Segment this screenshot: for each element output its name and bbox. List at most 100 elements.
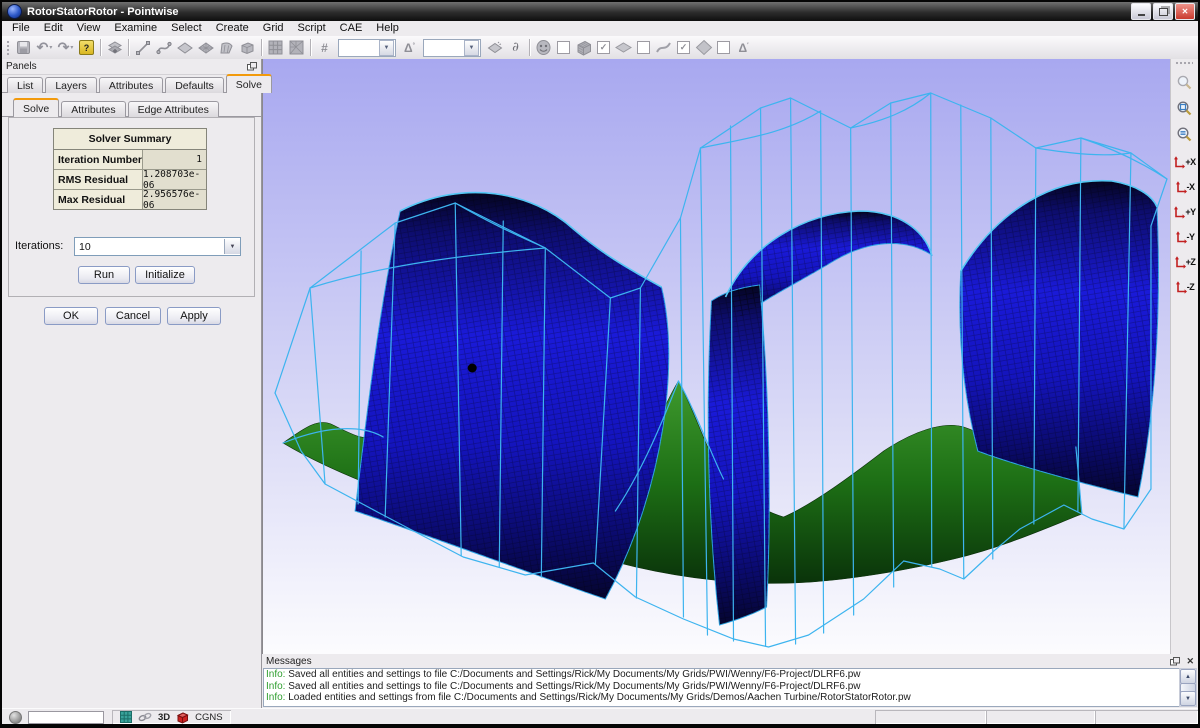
status-led (9, 711, 22, 724)
mask-block-button[interactable] (573, 38, 594, 58)
axis-icon (1174, 256, 1186, 269)
menu-edit[interactable]: Edit (37, 21, 70, 36)
mask-connector-button[interactable] (653, 38, 674, 58)
axis-icon (1173, 156, 1185, 169)
toolbar-grip[interactable] (6, 40, 11, 56)
zoom-box-button[interactable] (1173, 97, 1196, 119)
create-spline-button[interactable] (153, 38, 174, 58)
dimension-icon: # (321, 41, 328, 55)
initialize-button[interactable]: Initialize (135, 266, 195, 284)
solver-summary-table: Solver Summary Iteration Number 1 RMS Re… (53, 128, 207, 210)
view-minus-y-button[interactable]: -Y (1172, 226, 1197, 248)
table-row: RMS Residual 1.208703e-06 (54, 170, 206, 190)
chevron-down-icon[interactable]: ▼ (379, 40, 394, 56)
spacing-combo[interactable]: ▼ (423, 39, 481, 57)
restore-button[interactable] (1153, 3, 1173, 20)
chevron-down-icon[interactable]: ▼ (464, 40, 479, 56)
ok-button[interactable]: OK (44, 307, 98, 325)
mask-spacing-button[interactable]: Δ′ (733, 38, 754, 58)
menu-view[interactable]: View (70, 21, 108, 36)
save-button[interactable] (13, 38, 34, 58)
minimize-button[interactable] (1131, 3, 1151, 20)
scroll-down-icon[interactable]: ▼ (1180, 691, 1196, 706)
spinner-icon[interactable]: ▼ (224, 239, 240, 254)
iterations-input[interactable]: 10 ▼ (74, 237, 241, 256)
menu-help[interactable]: Help (369, 21, 406, 36)
menu-file[interactable]: File (5, 21, 37, 36)
create-trim-button[interactable] (216, 38, 237, 58)
tab-list[interactable]: List (7, 77, 43, 93)
menu-select[interactable]: Select (164, 21, 209, 36)
mask-domain-checkbox[interactable] (637, 41, 650, 54)
view-minus-z-button[interactable]: -Z (1172, 276, 1197, 298)
menu-create[interactable]: Create (209, 21, 256, 36)
panels-dock: Panels List Layers Attributes Defaults S… (2, 59, 262, 708)
undo-button[interactable]: ↶▾ (34, 38, 55, 58)
progress-field (28, 711, 104, 724)
tab-attributes[interactable]: Attributes (99, 77, 163, 93)
solver-summary-title: Solver Summary (54, 129, 206, 150)
close-button[interactable]: ✕ (1175, 3, 1195, 20)
redo-button[interactable]: ↷▾ (55, 38, 76, 58)
iterations-label: Iterations: (15, 240, 63, 252)
mask-database-icon (695, 39, 713, 56)
application-window: RotorStatorRotor - Pointwise ✕ File Edit… (0, 0, 1200, 728)
view-plus-y-button[interactable]: +Y (1172, 201, 1197, 223)
mask-block-checkbox[interactable]: ✓ (597, 41, 610, 54)
display-viewport[interactable] (262, 59, 1172, 654)
menu-examine[interactable]: Examine (107, 21, 164, 36)
mask-face-button[interactable] (533, 38, 554, 58)
solve-structured-button[interactable] (265, 38, 286, 58)
tab-solve[interactable]: Solve (226, 74, 272, 93)
view-toolbar-grip[interactable] (1175, 61, 1193, 66)
view-plus-z-button[interactable]: +Z (1172, 251, 1197, 273)
mask-connector-icon (655, 40, 672, 55)
subtab-edge-attributes[interactable]: Edge Attributes (128, 101, 219, 117)
menu-grid[interactable]: Grid (256, 21, 291, 36)
tab-layers[interactable]: Layers (45, 77, 97, 93)
dimension-combo[interactable]: ▼ (338, 39, 396, 57)
menu-bar: File Edit View Examine Select Create Gri… (2, 21, 1198, 36)
derivative-button[interactable]: ∂ (505, 38, 526, 58)
mode-cell: 3D CGNS (112, 710, 231, 724)
create-2pt-connector-button[interactable] (132, 38, 153, 58)
zoom-button[interactable] (1173, 71, 1196, 93)
subtab-attributes[interactable]: Attributes (61, 101, 125, 117)
mask-domain-button[interactable] (613, 38, 634, 58)
mask-database-button[interactable] (693, 38, 714, 58)
zoom-equal-button[interactable] (1173, 123, 1196, 145)
scroll-up-icon[interactable]: ▲ (1180, 669, 1196, 684)
structured-grid-icon (267, 39, 284, 56)
float-icon[interactable] (247, 62, 257, 71)
probe-point (468, 364, 477, 373)
view-minus-x-button[interactable]: -X (1172, 176, 1197, 198)
menu-script[interactable]: Script (291, 21, 333, 36)
spacing-button[interactable]: Δ° (399, 38, 420, 58)
domain-icon (176, 40, 194, 56)
create-block-button[interactable] (237, 38, 258, 58)
status-cell-empty (875, 710, 986, 724)
dimension-button[interactable]: # (314, 38, 335, 58)
subtab-solve[interactable]: Solve (13, 98, 59, 117)
messages-header: Messages ✕ (262, 654, 1198, 668)
close-icon[interactable]: ✕ (1186, 656, 1194, 667)
messages-scrollbar[interactable]: ▲ ▼ (1179, 668, 1197, 707)
float-icon[interactable] (1170, 657, 1180, 666)
mask-face-checkbox[interactable] (557, 41, 570, 54)
cae-cube-icon (176, 711, 189, 724)
solve-unstructured-button[interactable] (286, 38, 307, 58)
create-structured-domain-button[interactable] (195, 38, 216, 58)
cancel-button[interactable]: Cancel (105, 307, 161, 325)
mask-connector-checkbox[interactable]: ✓ (677, 41, 690, 54)
create-domain-button[interactable] (174, 38, 195, 58)
menu-cae[interactable]: CAE (333, 21, 370, 36)
help-button[interactable]: ? (76, 38, 97, 58)
mask-database-checkbox[interactable] (717, 41, 730, 54)
apply-button[interactable]: Apply (167, 307, 221, 325)
layer-manager-button[interactable] (104, 38, 125, 58)
messages-list[interactable]: Info: Saved all entities and settings to… (263, 668, 1181, 707)
view-plus-x-button[interactable]: +X (1172, 151, 1197, 173)
tab-defaults[interactable]: Defaults (165, 77, 224, 93)
distribute-button[interactable] (484, 38, 505, 58)
run-button[interactable]: Run (78, 266, 130, 284)
